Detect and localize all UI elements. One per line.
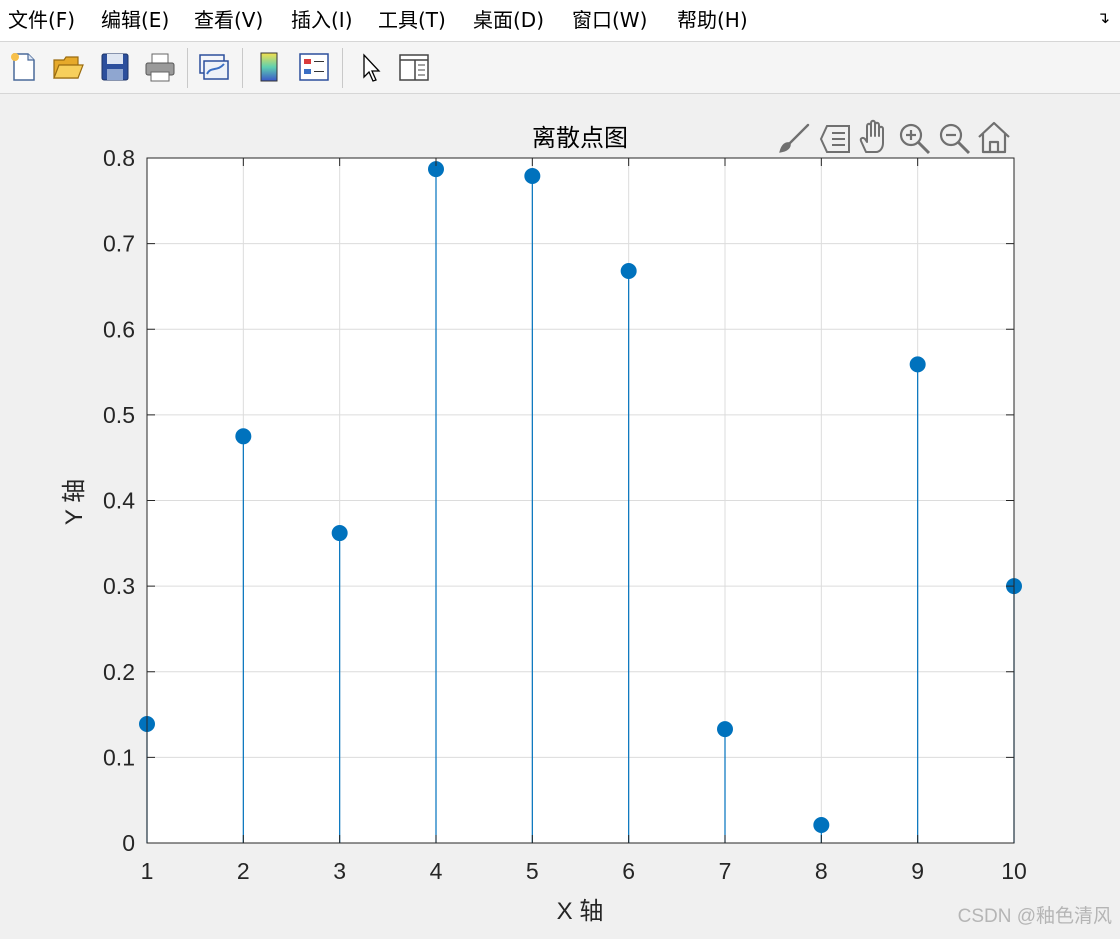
x-tick-label: 5 bbox=[526, 858, 539, 884]
link-plot-icon[interactable] bbox=[197, 50, 231, 84]
restore-view-home-icon[interactable] bbox=[978, 121, 1010, 154]
x-tick-label: 1 bbox=[141, 858, 154, 884]
new-figure-icon[interactable] bbox=[6, 50, 40, 84]
figure-toolbar bbox=[0, 42, 1120, 94]
toolbar-separator bbox=[342, 48, 343, 88]
stem-marker[interactable] bbox=[717, 721, 733, 738]
menu-tools[interactable]: 工具(T) bbox=[378, 7, 446, 33]
insert-colorbar-icon[interactable] bbox=[252, 50, 286, 84]
toolbar-separator bbox=[187, 48, 188, 88]
zoom-in-icon[interactable] bbox=[899, 123, 931, 155]
menu-insert[interactable]: 插入(I) bbox=[291, 7, 353, 33]
stem-marker[interactable] bbox=[331, 525, 348, 542]
y-tick-label: 0.2 bbox=[103, 659, 135, 685]
figure-canvas: 1 2 3 4 5 6 7 8 9 10 0 0.1 0.2 0.3 0.4 0.5 0.6 0.7 0.8 离散点… bbox=[0, 94, 1120, 935]
watermark: CSDN @釉色清风 bbox=[958, 905, 1112, 927]
y-tick-label: 0.5 bbox=[103, 402, 135, 428]
menu-window[interactable]: 窗口(W) bbox=[572, 7, 647, 33]
open-file-icon[interactable] bbox=[51, 50, 85, 84]
x-tick-label: 9 bbox=[911, 858, 924, 884]
y-tick-label: 0.3 bbox=[103, 573, 135, 599]
x-tick-label: 7 bbox=[719, 858, 732, 884]
zoom-out-icon[interactable] bbox=[939, 123, 971, 155]
brush-icon[interactable] bbox=[779, 123, 810, 153]
stem-plot[interactable]: 1 2 3 4 5 6 7 8 9 10 0 0.1 0.2 0.3 0.4 0.5 0.6 0.7 0.8 离散点… bbox=[0, 94, 1120, 935]
menu-view[interactable]: 查看(V) bbox=[194, 7, 263, 33]
y-tick-label: 0.7 bbox=[103, 231, 135, 257]
data-tips-icon[interactable] bbox=[819, 125, 850, 153]
menu-file[interactable]: 文件(F) bbox=[8, 7, 75, 33]
x-axis-label: X 轴 bbox=[557, 898, 604, 925]
menu-edit[interactable]: 编辑(E) bbox=[101, 7, 169, 33]
x-tick-label: 6 bbox=[622, 858, 635, 884]
toolbar-separator bbox=[242, 48, 243, 88]
menu-bar: 文件(F) 编辑(E) 查看(V) 插入(I) 工具(T) 桌面(D) 窗口(W… bbox=[0, 0, 1120, 42]
y-tick-label: 0.4 bbox=[103, 488, 135, 514]
y-axis-label: Y 轴 bbox=[61, 479, 88, 525]
pan-hand-icon[interactable] bbox=[859, 119, 884, 153]
x-tick-label: 8 bbox=[815, 858, 828, 884]
y-tick-label: 0.6 bbox=[103, 316, 135, 342]
y-tick-label: 0.8 bbox=[103, 145, 135, 171]
y-tick-label: 0.1 bbox=[103, 744, 135, 770]
stem-marker[interactable] bbox=[235, 428, 252, 445]
x-tick-label: 10 bbox=[1001, 858, 1027, 884]
x-tick-label: 3 bbox=[333, 858, 346, 884]
x-tick-label: 2 bbox=[237, 858, 250, 884]
print-icon[interactable] bbox=[143, 50, 177, 84]
stem-marker[interactable] bbox=[524, 167, 541, 184]
property-inspector-icon[interactable] bbox=[397, 50, 431, 84]
menu-desktop[interactable]: 桌面(D) bbox=[473, 7, 544, 33]
stem-marker[interactable] bbox=[620, 263, 637, 280]
x-tick-label: 4 bbox=[430, 858, 443, 884]
edit-plot-arrow-icon[interactable] bbox=[354, 50, 388, 84]
y-tick-label: 0 bbox=[122, 830, 135, 856]
menu-help[interactable]: 帮助(H) bbox=[677, 7, 748, 33]
dock-arrow-icon[interactable]: ↴ bbox=[1097, 8, 1110, 27]
save-icon[interactable] bbox=[98, 50, 132, 84]
plot-title: 离散点图 bbox=[532, 125, 628, 152]
insert-legend-icon[interactable] bbox=[297, 50, 331, 84]
stem-marker[interactable] bbox=[813, 817, 830, 834]
stem-marker[interactable] bbox=[909, 356, 926, 373]
